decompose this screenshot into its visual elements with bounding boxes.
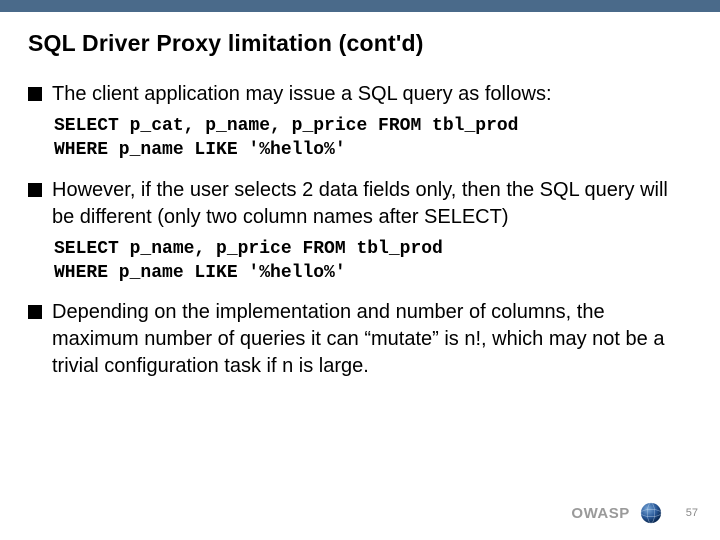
slide-title: SQL Driver Proxy limitation (cont'd) [28,30,692,57]
slide-footer: OWASP 57 [571,502,698,524]
bullet-text-3: Depending on the implementation and numb… [52,299,692,380]
square-bullet-icon [28,305,42,319]
code-block-2: SELECT p_name, p_price FROM tbl_prod WHE… [54,237,692,286]
page-number: 57 [686,507,698,519]
bullet-block-1: The client application may issue a SQL q… [28,81,692,163]
square-bullet-icon [28,87,42,101]
top-accent-bar [0,0,720,12]
bullet-text-2: However, if the user selects 2 data fiel… [52,177,692,231]
square-bullet-icon [28,183,42,197]
slide-body: SQL Driver Proxy limitation (cont'd) The… [0,12,720,380]
bullet-3: Depending on the implementation and numb… [28,299,692,380]
bullet-text-1: The client application may issue a SQL q… [52,81,552,108]
bullet-block-3: Depending on the implementation and numb… [28,299,692,380]
bullet-2: However, if the user selects 2 data fiel… [28,177,692,231]
code-block-1: SELECT p_cat, p_name, p_price FROM tbl_p… [54,114,692,163]
owasp-brand-label: OWASP [571,505,629,522]
owasp-globe-icon [640,502,662,524]
bullet-1: The client application may issue a SQL q… [28,81,692,108]
bullet-block-2: However, if the user selects 2 data fiel… [28,177,692,286]
